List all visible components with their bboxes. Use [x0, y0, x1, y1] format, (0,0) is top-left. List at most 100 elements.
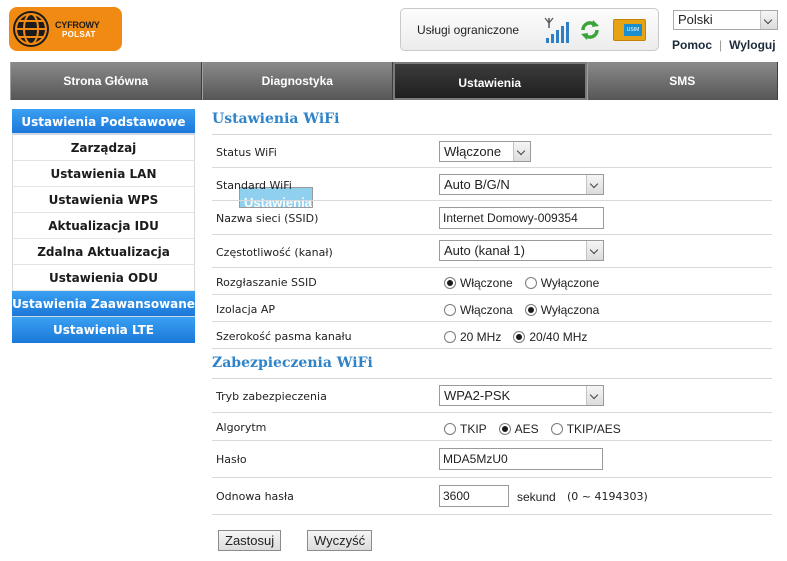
brand-name-line2: POLSAT [62, 30, 96, 39]
radio-checked[interactable] [524, 304, 537, 316]
radio-label: 20 MHz [460, 330, 502, 344]
service-status-text: Usługi ograniczone [417, 23, 520, 37]
password-renewal-label: Odnowa hasła [216, 490, 294, 503]
radio-label: Wyłączona [540, 303, 600, 317]
usim-icon: USIM [613, 19, 646, 41]
ap-isolation-off-option[interactable]: Wyłączona [524, 303, 600, 317]
radio-unchecked[interactable] [550, 423, 563, 435]
logout-link[interactable]: Wyloguj [729, 38, 775, 52]
divider: | [719, 38, 723, 52]
radio-label: Włączone [460, 276, 513, 290]
algorithm-tkip-aes-option[interactable]: TKIP/AES [550, 422, 621, 436]
security-mode-label: Tryb zabezpieczenia [216, 390, 327, 403]
sidebar-item-remote-update[interactable]: Zdalna Aktualizacja [12, 239, 195, 265]
chevron-down-icon [586, 175, 603, 194]
radio-label: Wyłączone [540, 276, 600, 290]
security-mode-value: WPA2-PSK [444, 388, 511, 403]
sidebar-item-odu[interactable]: Ustawienia ODU [12, 265, 195, 291]
brand-logo: CYFROWY POLSAT [9, 7, 122, 51]
ap-isolation-label: Izolacja AP [216, 303, 276, 316]
sidebar-item-lte[interactable]: Ustawienia LTE [12, 317, 195, 343]
tab-diagnostics[interactable]: Diagnostyka [201, 62, 393, 100]
bandwidth-20-40-option[interactable]: 20/40 MHz [513, 330, 587, 344]
ap-isolation-on-option[interactable]: Włączona [444, 303, 513, 317]
globe-icon [13, 11, 49, 47]
wifi-status-value: Włączone [444, 144, 502, 159]
apply-button[interactable]: Zastosuj [218, 530, 282, 551]
radio-checked[interactable] [498, 423, 511, 435]
ssid-row: Nazwa sieci (SSID) Internet Domowy-00935… [212, 201, 772, 235]
algorithm-aes-option[interactable]: AES [498, 422, 539, 436]
password-renewal-row: Odnowa hasła 3600 sekund (0 ~ 4194303) [212, 478, 772, 515]
radio-label: Włączona [460, 303, 513, 317]
sidebar-item-lan[interactable]: Ustawienia LAN [12, 161, 195, 187]
bandwidth-options: 20 MHz 20/40 MHz [444, 330, 599, 344]
chevron-down-icon [586, 241, 603, 260]
channel-select[interactable]: Auto (kanał 1) [439, 240, 604, 261]
password-label: Hasło [216, 453, 247, 466]
top-links: Pomoc | Wyloguj [672, 38, 776, 52]
wifi-status-row: Status WiFi Włączone [212, 135, 772, 168]
tab-settings[interactable]: Ustawienia [393, 62, 587, 100]
signal-icon [543, 16, 569, 44]
wifi-status-label: Status WiFi [216, 146, 277, 159]
radio-unchecked[interactable] [444, 304, 456, 316]
wifi-standard-select[interactable]: Auto B/G/N [439, 174, 604, 195]
language-selected: Polski [678, 12, 713, 27]
radio-checked[interactable] [444, 277, 456, 289]
language-select[interactable]: Polski [673, 10, 778, 30]
ssid-broadcast-on-option[interactable]: Włączone [444, 276, 513, 290]
help-link[interactable]: Pomoc [672, 38, 712, 52]
radio-label: 20/40 MHz [529, 330, 588, 344]
ssid-label: Nazwa sieci (SSID) [216, 212, 319, 225]
channel-value: Auto (kanał 1) [444, 243, 525, 258]
ssid-broadcast-options: Włączone Wyłączone [444, 276, 611, 290]
renewal-range: (0 ~ 4194303) [567, 490, 648, 503]
sidebar-item-manage[interactable]: Zarządzaj [12, 135, 195, 161]
chevron-down-icon [586, 386, 603, 405]
clear-button[interactable]: Wyczyść [307, 530, 373, 551]
algorithm-row: Algorytm TKIP AES TKIP/AES [212, 413, 772, 441]
sidebar-item-wps[interactable]: Ustawienia WPS [12, 187, 195, 213]
sidebar: Ustawienia Podstawowe Zarządzaj Ustawien… [12, 109, 313, 343]
radio-unchecked[interactable] [444, 423, 456, 435]
ssid-broadcast-row: Rozgłaszanie SSID Włączone Wyłączone [212, 268, 772, 295]
connection-status-panel: Usługi ograniczone USIM [400, 8, 659, 51]
ap-isolation-row: Izolacja AP Włączona Wyłączona [212, 295, 772, 322]
security-section-title: Zabezpieczenia WiFi [212, 349, 772, 379]
main-nav: Strona Główna Diagnostyka Ustawienia SMS [10, 62, 778, 100]
wifi-standard-value: Auto B/G/N [444, 177, 510, 192]
ssid-broadcast-off-option[interactable]: Wyłączone [524, 276, 600, 290]
algorithm-label: Algorytm [216, 421, 267, 434]
security-mode-select[interactable]: WPA2-PSK [439, 385, 604, 406]
ap-isolation-options: Włączona Wyłączona [444, 303, 611, 317]
password-renewal-input[interactable]: 3600 [439, 485, 509, 507]
refresh-icon[interactable] [579, 19, 601, 41]
algorithm-tkip-option[interactable]: TKIP [444, 422, 487, 436]
chevron-down-icon [513, 142, 530, 161]
tab-sms[interactable]: SMS [586, 62, 778, 100]
radio-label: TKIP/AES [566, 422, 621, 436]
security-mode-row: Tryb zabezpieczenia WPA2-PSK [212, 379, 772, 413]
renewal-unit: sekund [517, 490, 556, 504]
algorithm-options: TKIP AES TKIP/AES [444, 422, 633, 436]
sidebar-item-basic-settings[interactable]: Ustawienia Podstawowe [12, 109, 195, 135]
radio-checked[interactable] [513, 331, 526, 343]
channel-row: Częstotliwość (kanał) Auto (kanał 1) [212, 235, 772, 268]
radio-unchecked[interactable] [524, 277, 537, 289]
bandwidth-row: Szerokość pasma kanału 20 MHz 20/40 MHz [212, 322, 772, 349]
password-input[interactable]: MDA5MzU0 [439, 448, 603, 470]
radio-label: TKIP [460, 422, 487, 436]
radio-unchecked[interactable] [444, 331, 456, 343]
tab-home[interactable]: Strona Główna [10, 62, 202, 100]
bandwidth-label: Szerokość pasma kanału [216, 330, 352, 343]
bandwidth-20-option[interactable]: 20 MHz [444, 330, 501, 344]
channel-label: Częstotliwość (kanał) [216, 246, 333, 259]
wifi-status-select[interactable]: Włączone [439, 141, 531, 162]
wifi-standard-label: Standard WiFi [216, 179, 292, 192]
ssid-broadcast-label: Rozgłaszanie SSID [216, 276, 317, 289]
sidebar-item-advanced-settings[interactable]: Ustawienia Zaawansowane [12, 291, 195, 317]
wifi-section-title: Ustawienia WiFi [212, 105, 772, 135]
ssid-input[interactable]: Internet Domowy-009354 [439, 207, 604, 229]
sidebar-item-idu-update[interactable]: Aktualizacja IDU [12, 213, 195, 239]
